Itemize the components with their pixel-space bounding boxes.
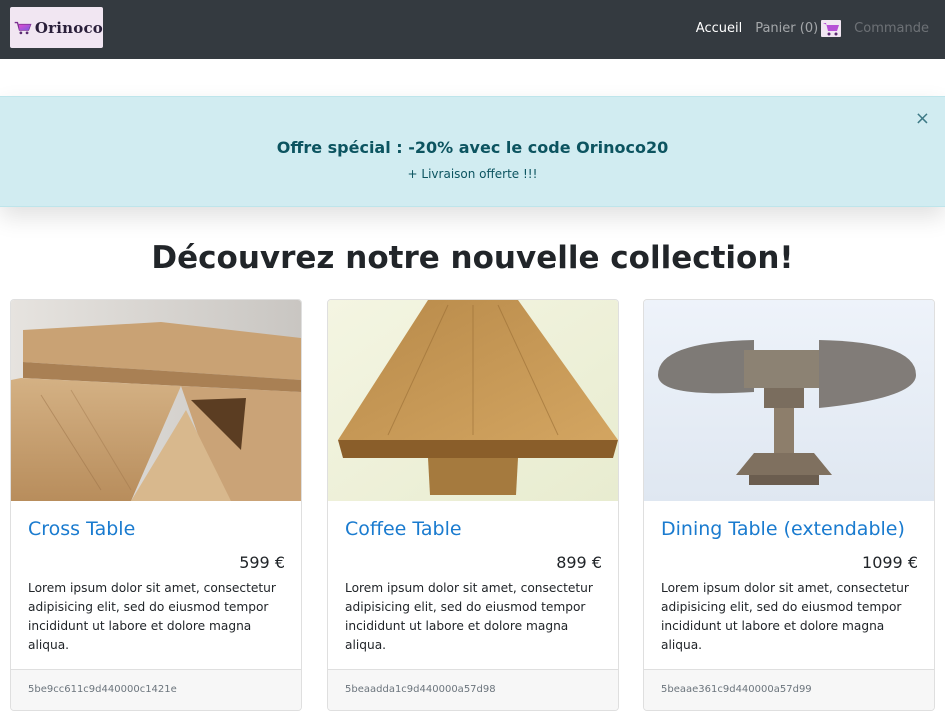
close-icon[interactable]: × xyxy=(915,110,930,128)
shopping-cart-icon xyxy=(14,21,32,34)
page-title: Découvrez notre nouvelle collection! xyxy=(151,240,794,276)
nav-link-panier[interactable]: Panier (0) xyxy=(755,20,842,37)
promo-banner: × Offre spécial : -20% avec le code Orin… xyxy=(0,96,945,207)
promo-subtitle: + Livraison offerte !!! xyxy=(407,167,538,181)
product-image[interactable] xyxy=(644,300,934,501)
nav-link-accueil[interactable]: Accueil xyxy=(696,21,742,36)
product-name[interactable]: Cross Table xyxy=(28,518,135,540)
product-price: 1099 € xyxy=(862,553,918,572)
product-name[interactable]: Coffee Table xyxy=(345,518,462,540)
product-description: Lorem ipsum dolor sit amet, consectetur … xyxy=(661,581,909,652)
navbar: Orinoco Accueil Panier (0) Commande xyxy=(0,0,945,59)
product-price: 599 € xyxy=(239,553,285,572)
product-card[interactable]: Dining Table (extendable) 1099 € Lorem i… xyxy=(643,299,935,711)
product-card[interactable]: Cross Table 599 € Lorem ipsum dolor sit … xyxy=(10,299,302,711)
logo[interactable]: Orinoco xyxy=(10,7,103,48)
product-description: Lorem ipsum dolor sit amet, consectetur … xyxy=(28,581,276,652)
nav-link-commande[interactable]: Commande xyxy=(854,21,929,36)
nav-link-panier-label: Panier (0) xyxy=(755,21,819,36)
promo-title: Offre spécial : -20% avec le code Orinoc… xyxy=(276,138,669,157)
product-card[interactable]: Coffee Table 899 € Lorem ipsum dolor sit… xyxy=(327,299,619,711)
product-image[interactable] xyxy=(11,300,301,501)
shopping-cart-icon xyxy=(821,20,842,37)
nav-links: Accueil Panier (0) Commande xyxy=(683,20,929,37)
product-description: Lorem ipsum dolor sit amet, consectetur … xyxy=(345,581,593,652)
product-id: 5beaae361c9d440000a57d99 xyxy=(644,669,934,710)
product-price: 899 € xyxy=(556,553,602,572)
product-id: 5be9cc611c9d440000c1421e xyxy=(11,669,301,710)
product-image[interactable] xyxy=(328,300,618,501)
product-id: 5beaadda1c9d440000a57d98 xyxy=(328,669,618,710)
logo-text: Orinoco xyxy=(34,18,103,37)
product-name[interactable]: Dining Table (extendable) xyxy=(661,518,905,540)
